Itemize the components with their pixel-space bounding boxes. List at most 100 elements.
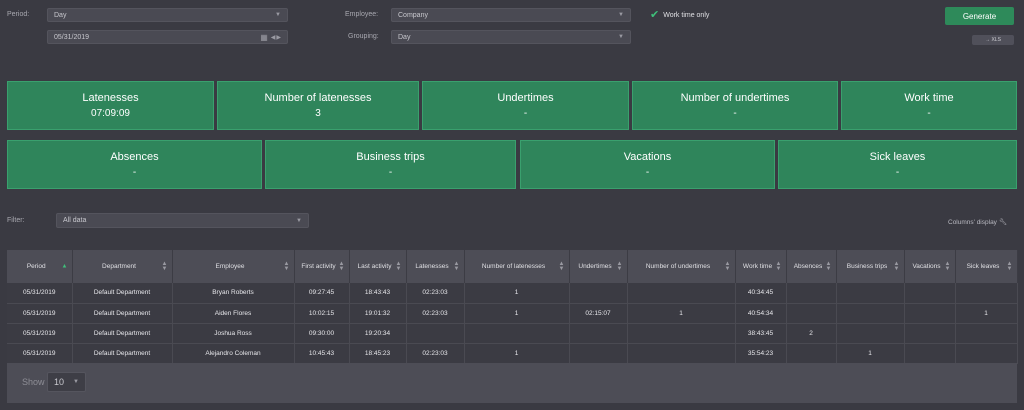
data-filter-select[interactable]: All data ▼: [56, 213, 309, 228]
employee-label: Employee:: [345, 11, 379, 18]
sort-icon[interactable]: ▲ ▼: [1007, 261, 1013, 272]
sort-icon[interactable]: ▲ ▼: [559, 261, 565, 272]
column-header-vacations[interactable]: Vacations ▲ ▼: [904, 250, 956, 283]
cell-business-trips: [836, 303, 905, 324]
cell-undertimes: 02:15:07: [569, 303, 628, 324]
columns-display-label: Columns' display: [948, 219, 997, 226]
period-value: Day: [54, 11, 67, 19]
column-header-first-activity[interactable]: First activity ▲ ▼: [294, 250, 350, 283]
column-header-employee[interactable]: Employee ▲ ▼: [172, 250, 295, 283]
chevron-down-icon: ▼: [618, 12, 624, 18]
cell-employee: Joshua Ross: [172, 323, 295, 344]
cell-first-activity: 10:45:43: [294, 343, 350, 364]
card-title: Sick leaves: [869, 150, 926, 163]
export-xls-button[interactable]: → XLS: [972, 35, 1014, 45]
column-header-business-trips[interactable]: Business trips ▲ ▼: [836, 250, 905, 283]
column-header-number-of-undertimes[interactable]: Number of undertimes ▲ ▼: [627, 250, 736, 283]
next-day-icon[interactable]: ▶: [276, 34, 281, 41]
card-title: Vacations: [623, 150, 672, 163]
cell-first-activity: 09:27:45: [294, 283, 350, 304]
cell-sick-leaves: [955, 343, 1018, 364]
chevron-down-icon: ▼: [275, 12, 281, 18]
sort-icon[interactable]: ▲ ▼: [894, 261, 900, 272]
table-row[interactable]: 05/31/2019 Default Department Bryan Robe…: [7, 283, 1018, 304]
report-table: Period ▲ Department ▲ ▼ Employee ▲ ▼ First ac…: [7, 250, 1018, 364]
card-value: -: [895, 166, 900, 178]
cell-undertimes: [569, 283, 628, 304]
page-size-select[interactable]: 10 ▼: [47, 372, 86, 392]
card-value: -: [132, 166, 137, 178]
sort-icon[interactable]: ▲ ▼: [396, 261, 402, 272]
cell-absences: 2: [786, 323, 837, 344]
table-footer: [7, 363, 1017, 403]
columns-display-button[interactable]: Columns' display 🔧︎: [948, 218, 1007, 226]
date-field[interactable]: 05/31/2019 ▦ ◀ ▶: [47, 30, 288, 44]
summary-card-sick-leaves: Sick leaves -: [778, 140, 1017, 189]
cell-work-time: 40:34:45: [735, 283, 787, 304]
filter-label: Filter:: [7, 217, 25, 224]
sort-icon[interactable]: ▲ ▼: [725, 261, 731, 272]
cell-last-activity: 18:43:43: [349, 283, 407, 304]
cell-department: Default Department: [72, 343, 173, 364]
calendar-icon[interactable]: ▦: [260, 33, 268, 42]
cell-number-of-latenesses: 1: [464, 283, 570, 304]
sort-icon[interactable]: ▲ ▼: [162, 261, 168, 272]
card-title: Latenesses: [82, 91, 139, 104]
cell-number-of-latenesses: 1: [464, 343, 570, 364]
column-header-sick-leaves[interactable]: Sick leaves ▲ ▼: [955, 250, 1018, 283]
summary-card-work-time: Work time -: [841, 81, 1017, 130]
cell-undertimes: [569, 343, 628, 364]
sort-icon[interactable]: ▲ ▼: [339, 261, 345, 272]
table-row[interactable]: 05/31/2019 Default Department Aiden Flor…: [7, 303, 1018, 324]
cell-last-activity: 18:45:23: [349, 343, 407, 364]
grouping-value: Day: [398, 33, 411, 41]
cell-period: 05/31/2019: [7, 283, 73, 304]
sort-asc-icon[interactable]: ▲: [62, 263, 68, 269]
chevron-down-icon: ▼: [618, 34, 624, 40]
employee-select[interactable]: Company ▼: [391, 8, 631, 22]
work-time-only-checkbox[interactable]: ✔ Work time only: [650, 10, 709, 21]
page-size-value: 10: [54, 377, 65, 387]
work-time-only-label: Work time only: [663, 12, 710, 19]
card-value: -: [523, 107, 528, 119]
sort-icon[interactable]: ▲ ▼: [284, 261, 290, 272]
period-select[interactable]: Day ▼: [47, 8, 288, 22]
cell-employee: Aiden Flores: [172, 303, 295, 324]
column-header-number-of-latenesses[interactable]: Number of latenesses ▲ ▼: [464, 250, 570, 283]
card-value: 3: [315, 107, 321, 119]
summary-card-absences: Absences -: [7, 140, 262, 189]
cell-number-of-undertimes: [627, 283, 736, 304]
generate-button[interactable]: Generate: [945, 7, 1014, 25]
table-row[interactable]: 05/31/2019 Default Department Alejandro …: [7, 343, 1018, 364]
prev-day-icon[interactable]: ◀: [271, 34, 276, 41]
card-value: -: [388, 166, 393, 178]
date-value: 05/31/2019: [54, 33, 90, 41]
cell-period: 05/31/2019: [7, 323, 73, 344]
column-header-latenesses[interactable]: Latenesses ▲ ▼: [406, 250, 465, 283]
table-row[interactable]: 05/31/2019 Default Department Joshua Ros…: [7, 323, 1018, 344]
column-header-period[interactable]: Period ▲: [7, 250, 73, 283]
column-header-absences[interactable]: Absences ▲ ▼: [786, 250, 837, 283]
cell-absences: [786, 343, 837, 364]
card-title: Absences: [110, 150, 159, 163]
sort-icon[interactable]: ▲ ▼: [826, 261, 832, 272]
sort-icon[interactable]: ▲ ▼: [617, 261, 623, 272]
cell-work-time: 35:54:23: [735, 343, 787, 364]
cell-business-trips: 1: [836, 343, 905, 364]
cell-undertimes: [569, 323, 628, 344]
column-header-undertimes[interactable]: Undertimes ▲ ▼: [569, 250, 628, 283]
cell-employee: Bryan Roberts: [172, 283, 295, 304]
column-header-last-activity[interactable]: Last activity ▲ ▼: [349, 250, 407, 283]
cell-number-of-undertimes: 1: [627, 303, 736, 324]
sort-icon[interactable]: ▲ ▼: [945, 261, 951, 272]
sort-icon[interactable]: ▲ ▼: [776, 261, 782, 272]
card-title: Number of latenesses: [264, 91, 372, 104]
summary-card-vacations: Vacations -: [520, 140, 775, 189]
grouping-select[interactable]: Day ▼: [391, 30, 631, 44]
wrench-icon: 🔧︎: [998, 219, 1008, 226]
cell-vacations: [904, 303, 956, 324]
column-header-department[interactable]: Department ▲ ▼: [72, 250, 173, 283]
cell-department: Default Department: [72, 323, 173, 344]
column-header-work-time[interactable]: Work time ▲ ▼: [735, 250, 787, 283]
sort-icon[interactable]: ▲ ▼: [454, 261, 460, 272]
